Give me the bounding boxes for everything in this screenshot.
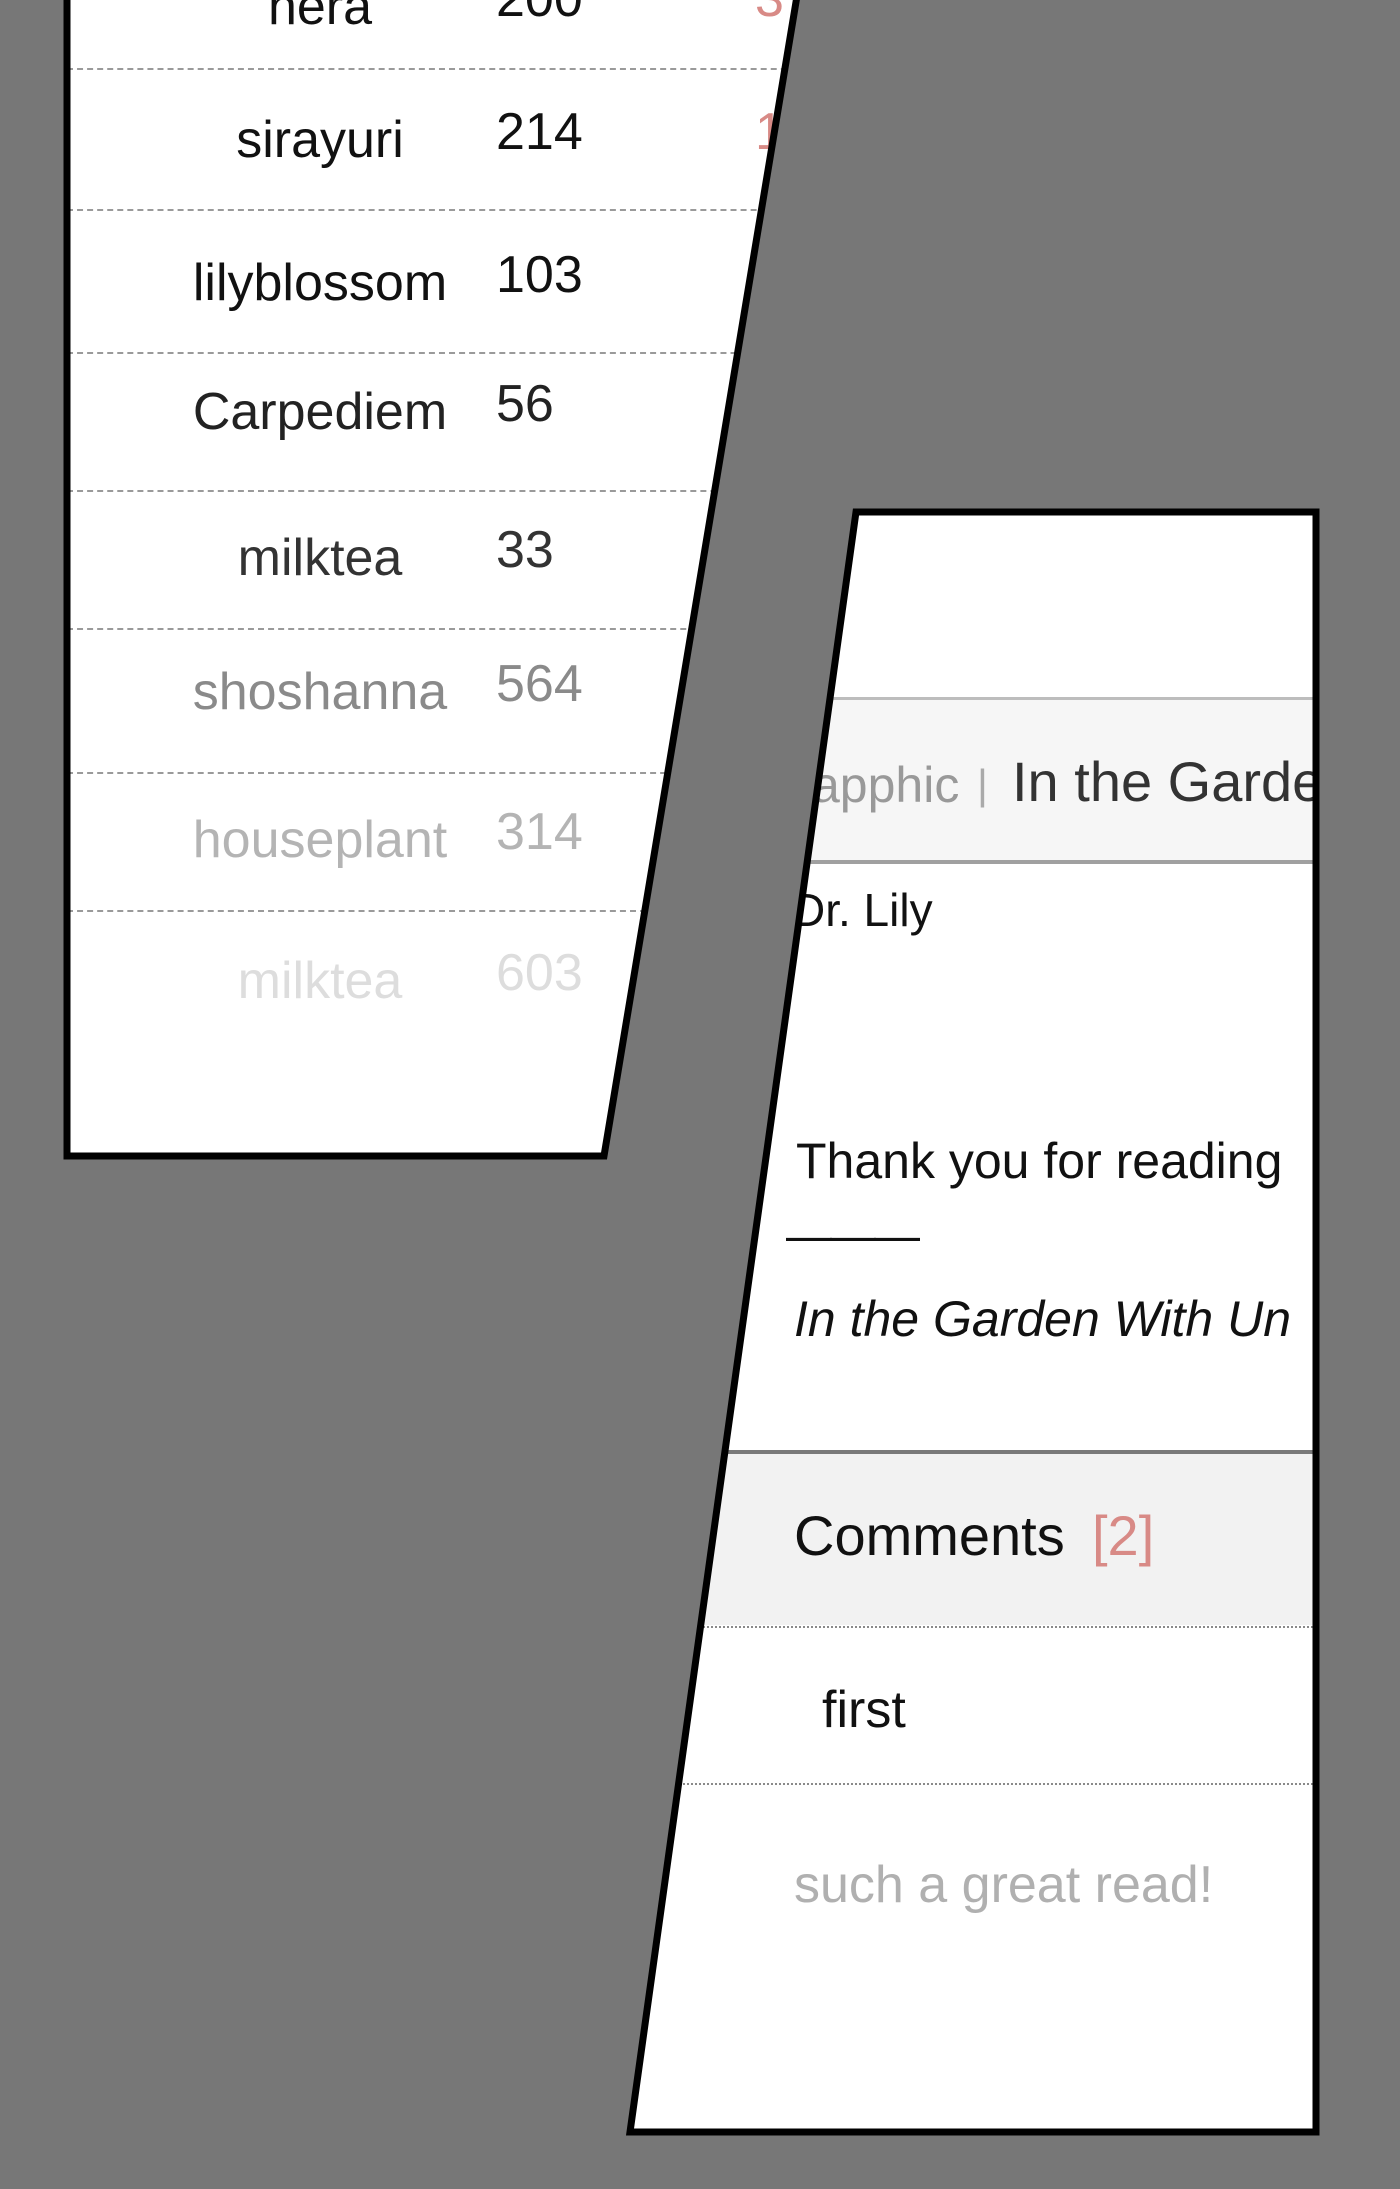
left-panel-border (63, 0, 800, 1160)
panel-borders (63, 0, 1320, 2136)
right-panel-border (625, 508, 1320, 2136)
